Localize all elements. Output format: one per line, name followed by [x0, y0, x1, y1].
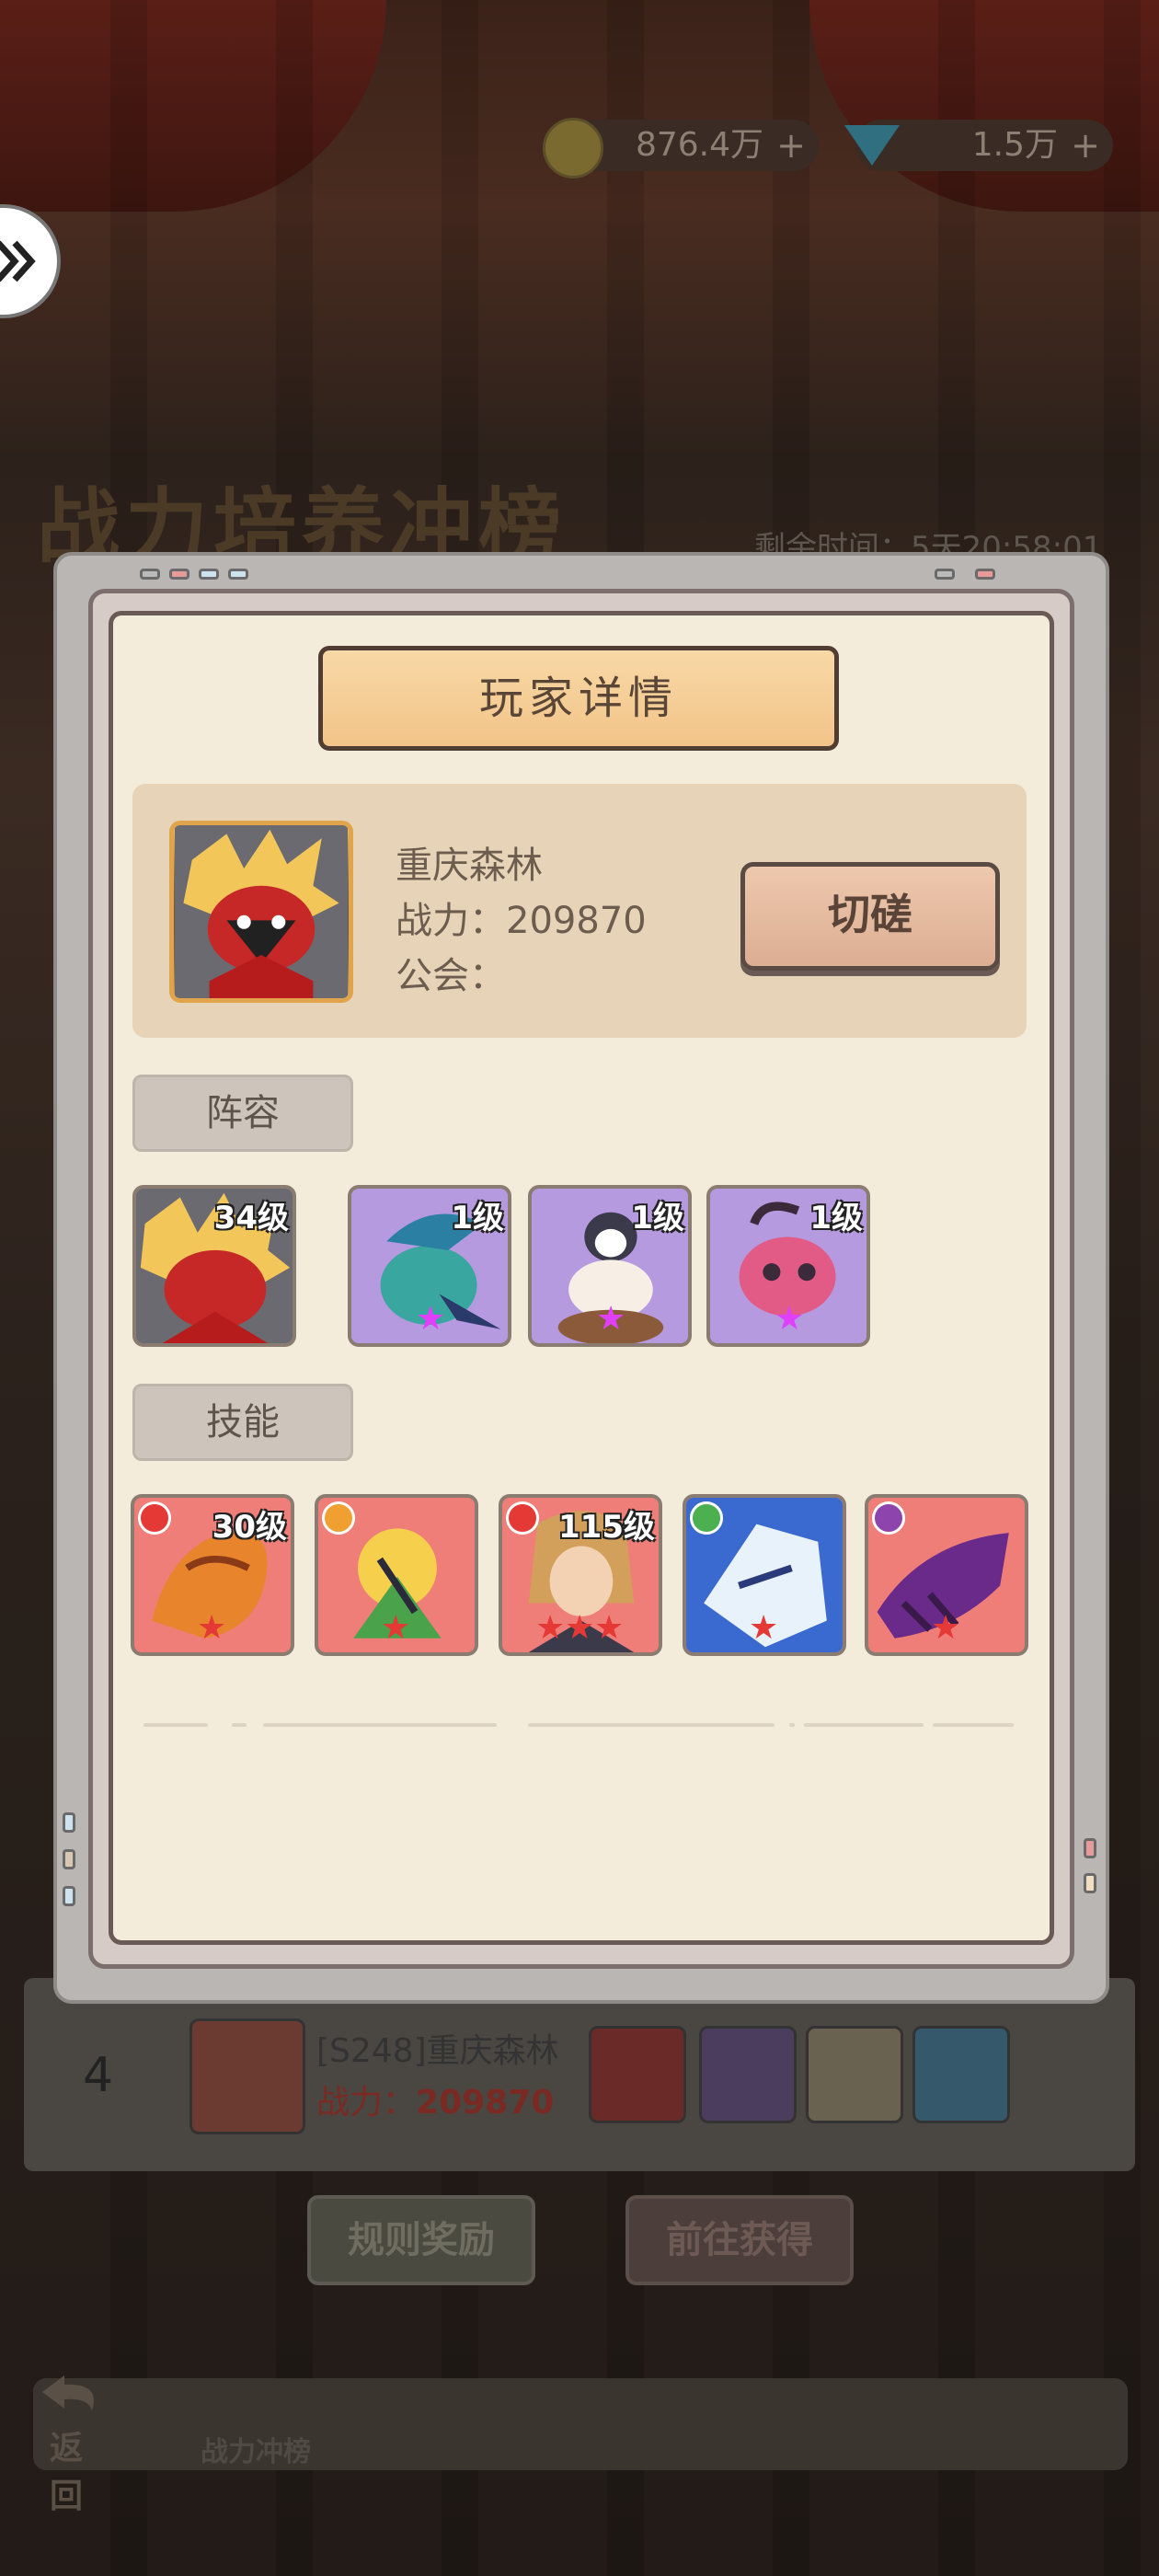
double-chevron-icon [0, 240, 36, 282]
light-element-icon [322, 1501, 355, 1535]
dark-element-icon [872, 1501, 905, 1535]
hero-level: 1级 [631, 1200, 684, 1236]
lineup-label: 阵容 [132, 1075, 353, 1152]
diamond-amount: 1.5万 [971, 126, 1058, 164]
divider [804, 1723, 924, 1727]
frame-light [63, 1849, 75, 1869]
skill-card-4[interactable]: ★ [683, 1494, 846, 1656]
reward-icon [699, 2026, 797, 2123]
fire-element-icon [506, 1501, 539, 1535]
frame-light [63, 1812, 75, 1833]
back-arrow-icon [42, 2375, 94, 2410]
skills-label: 技能 [132, 1384, 353, 1461]
wind-element-icon [690, 1501, 723, 1535]
my-rank-row[interactable]: 4 [S248]重庆森林 战力：209870 [24, 1978, 1135, 2171]
bottom-bar [33, 2378, 1128, 2470]
frame-light [199, 569, 219, 580]
divider [263, 1723, 497, 1727]
hero-level: 34级 [213, 1200, 289, 1236]
back-label: 返回 [50, 2430, 84, 2515]
lineup-hero-1[interactable]: 34级 [132, 1185, 296, 1347]
lineup-hero-3[interactable]: 1级 ★ [528, 1185, 692, 1347]
player-guild: 公会： [396, 955, 506, 997]
dragon-portrait-icon [175, 825, 348, 998]
rules-reward-button[interactable]: 规则奖励 [307, 2195, 535, 2285]
star-icon: ★ [596, 1300, 626, 1338]
player-power: 战力：209870 [396, 900, 647, 942]
star-icon: ★ [565, 1609, 595, 1647]
star-icon: ★ [416, 1300, 446, 1338]
player-name: 重庆森林 [396, 845, 543, 887]
rank-number: 4 [83, 2048, 114, 2103]
divider [528, 1723, 775, 1727]
frame-light [1084, 1838, 1096, 1858]
diamond-icon [844, 125, 900, 166]
divider [789, 1723, 795, 1727]
back-button[interactable]: 返回 [37, 2374, 110, 2515]
star-icon: ★ [775, 1300, 805, 1338]
hero-level: 1级 [451, 1200, 504, 1236]
rank-avatar [189, 2018, 305, 2134]
skill-level: 115级 [558, 1509, 655, 1546]
divider [143, 1723, 208, 1727]
spar-button[interactable]: 切磋 [740, 862, 1000, 971]
rank-player-name: [S248]重庆森林 [316, 2032, 559, 2070]
add-diamond-button[interactable]: + [1071, 120, 1100, 171]
rank-power-label: 战力： [316, 2084, 417, 2122]
lineup-hero-4[interactable]: 1级 ★ [706, 1185, 870, 1347]
divider [933, 1723, 1014, 1727]
star-icon: ★ [931, 1609, 961, 1647]
skill-card-1[interactable]: 30级 ★ [131, 1494, 294, 1656]
star-icon: ★ [381, 1609, 411, 1647]
frame-light [169, 569, 189, 580]
skill-card-3[interactable]: 115级 ★ ★ ★ [499, 1494, 662, 1656]
reward-icon [806, 2026, 903, 2123]
frame-light [228, 569, 248, 580]
rank-power-value: 209870 [416, 2084, 555, 2122]
frame-light [1084, 1873, 1096, 1893]
fire-element-icon [138, 1501, 171, 1535]
frame-light [140, 569, 160, 580]
frame-light [975, 569, 995, 580]
reward-icon [912, 2026, 1010, 2123]
skill-card-5[interactable]: ★ [865, 1494, 1028, 1656]
skill-level: 30级 [212, 1509, 287, 1546]
gold-coin-icon [543, 118, 603, 178]
star-icon: ★ [594, 1609, 625, 1647]
hero-level: 1级 [809, 1200, 863, 1236]
gold-amount: 876.4万 [635, 126, 763, 164]
star-icon: ★ [535, 1609, 566, 1647]
add-gold-button[interactable]: + [776, 120, 806, 171]
goto-get-button[interactable]: 前往获得 [625, 2195, 854, 2285]
skill-card-2[interactable]: ★ [315, 1494, 478, 1656]
star-icon: ★ [749, 1609, 779, 1647]
frame-light [935, 569, 955, 580]
star-icon: ★ [197, 1609, 227, 1647]
reward-icon [589, 2026, 686, 2123]
left-curtain [0, 0, 386, 212]
divider [232, 1723, 247, 1727]
frame-light [63, 1886, 75, 1906]
modal-title: 玩家详情 [478, 673, 678, 724]
player-avatar[interactable] [169, 821, 353, 1003]
tab-power-rank[interactable]: 战力冲榜 [201, 2429, 311, 2469]
modal-title-banner: 玩家详情 [318, 646, 839, 751]
lineup-hero-2[interactable]: 1级 ★ [348, 1185, 511, 1347]
